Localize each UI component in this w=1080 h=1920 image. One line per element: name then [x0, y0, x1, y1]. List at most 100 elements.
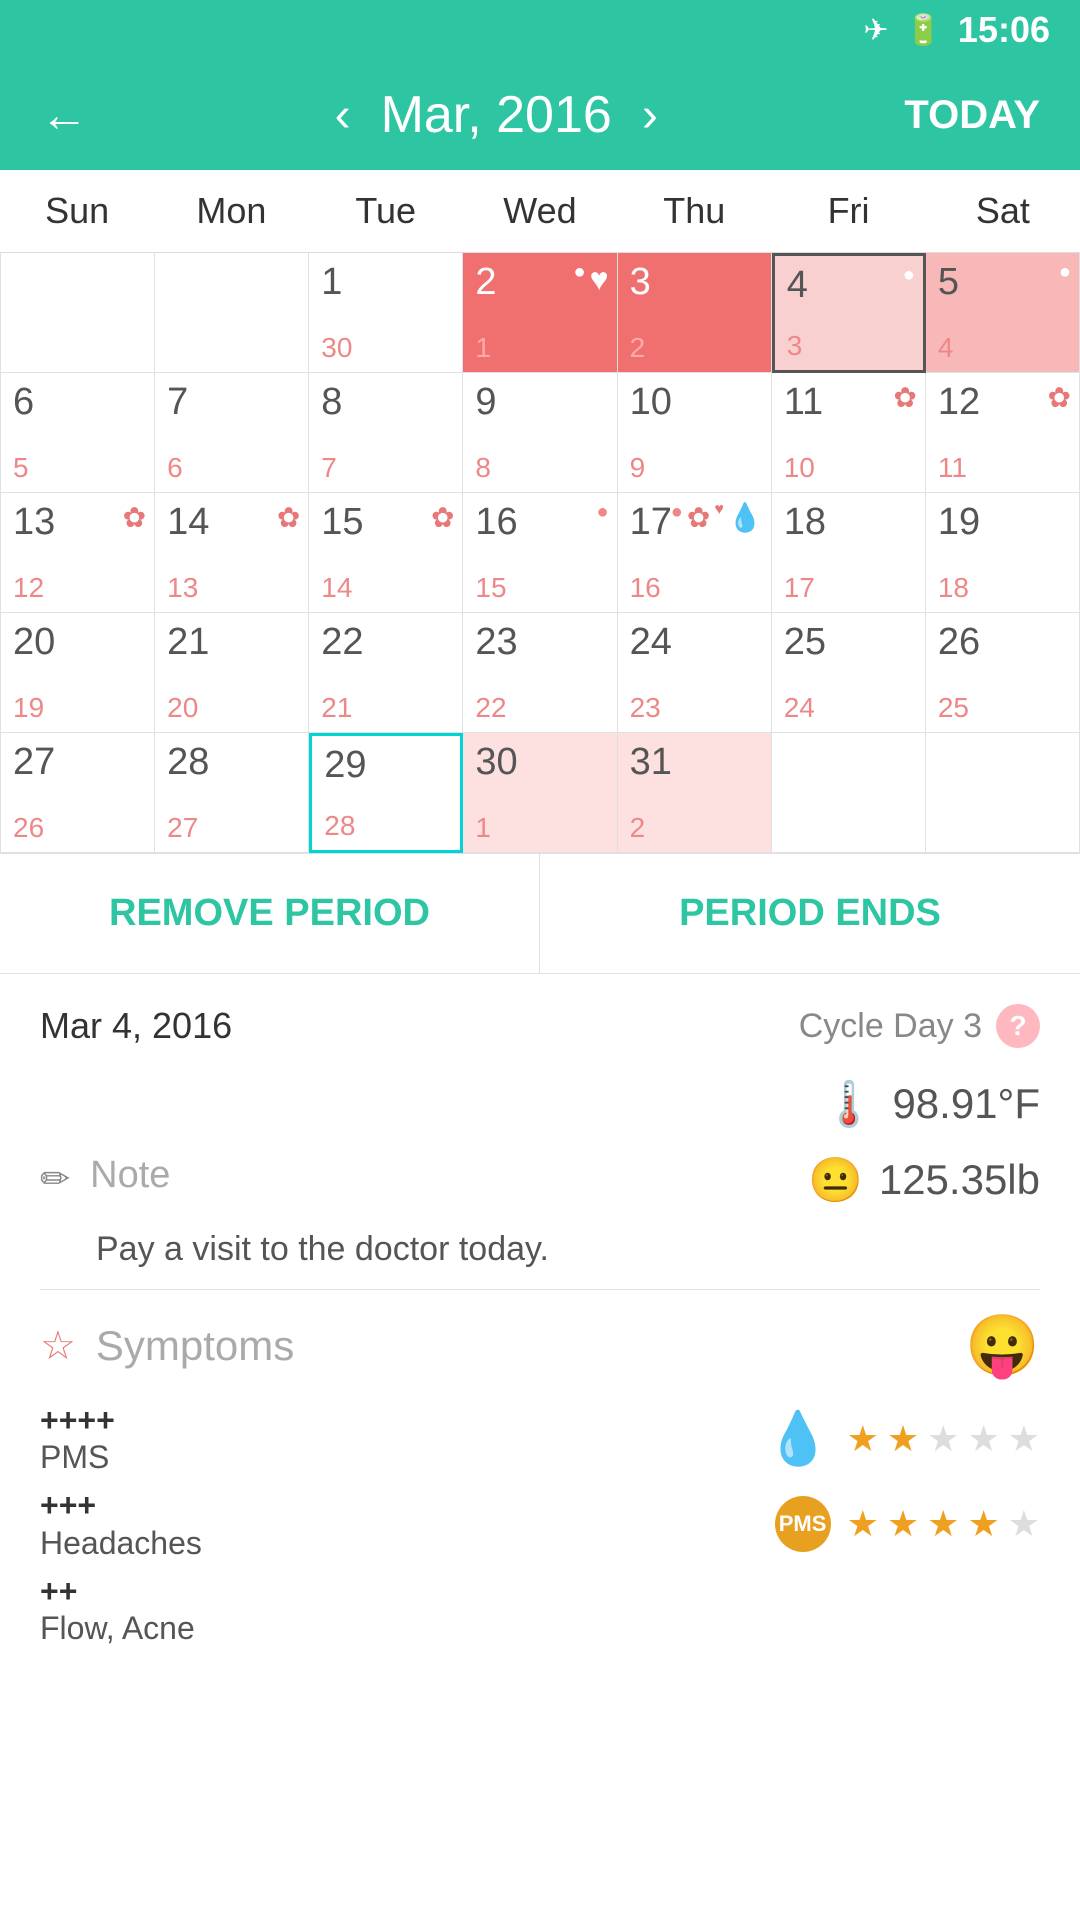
cal-sub-number: 26 — [13, 812, 44, 844]
pms-rating: 💧 ★ ★ ★ ★ ★ — [766, 1408, 1040, 1469]
temperature-row: 🌡️ 98.91°F — [40, 1078, 1040, 1130]
flower-icon: ✿ — [431, 501, 454, 534]
calendar-cell[interactable]: 301 — [463, 733, 617, 853]
calendar-cell[interactable]: 21 20 — [155, 613, 309, 733]
cal-sub-number: 21 — [321, 692, 352, 724]
cal-sub-number: 7 — [321, 452, 337, 484]
star-4: ★ — [967, 1418, 999, 1460]
headaches-stars: ★ ★ ★ ★ ★ — [847, 1503, 1040, 1545]
cal-day-number: 28 — [167, 741, 209, 783]
calendar-cell[interactable] — [772, 733, 926, 853]
calendar-cell[interactable]: 312 — [618, 733, 772, 853]
heart-white-icon: ♥ — [590, 261, 609, 298]
calendar-cell[interactable]: 1211✿ — [926, 373, 1080, 493]
flower-icon: ✿ — [277, 501, 300, 534]
calendar-cell[interactable]: 21●♥ — [463, 253, 617, 373]
calendar-cell[interactable]: 2019 — [1, 613, 155, 733]
cal-day-number: 22 — [321, 621, 363, 663]
day-header-wed: Wed — [463, 170, 617, 252]
cal-sub-number: 11 — [938, 452, 967, 484]
cal-day-number: 4 — [787, 264, 808, 306]
temperature-display: 🌡️ 98.91°F — [822, 1078, 1040, 1130]
pms-badge: PMS — [775, 1496, 831, 1552]
calendar-cell[interactable]: 65 — [1, 373, 155, 493]
next-month-button[interactable]: › — [642, 88, 658, 143]
day-header-sun: Sun — [0, 170, 154, 252]
calendar-cell[interactable] — [155, 253, 309, 373]
selected-date: Mar 4, 2016 — [40, 1005, 232, 1047]
cal-day-number: 25 — [784, 621, 826, 663]
calendar-cell[interactable]: 2827 — [155, 733, 309, 853]
calendar-cell[interactable]: 22 21 — [309, 613, 463, 733]
prev-month-button[interactable]: ‹ — [335, 88, 351, 143]
day-header-sat: Sat — [926, 170, 1080, 252]
star-2: ★ — [887, 1418, 919, 1460]
today-button[interactable]: TODAY — [904, 93, 1040, 138]
calendar-cell[interactable]: 2625 — [926, 613, 1080, 733]
day-header-mon: Mon — [154, 170, 308, 252]
calendar-cell[interactable]: 87 — [309, 373, 463, 493]
calendar-cell[interactable] — [1, 253, 155, 373]
remove-period-button[interactable]: REMOVE PERIOD — [0, 854, 540, 973]
calendar-cell[interactable]: 98 — [463, 373, 617, 493]
calendar-cell[interactable]: 76 — [155, 373, 309, 493]
flower-icon: ✿ — [687, 501, 710, 534]
cal-sub-number: 20 — [167, 692, 198, 724]
mood-emoji: 😛 — [965, 1312, 1040, 1379]
hstar-2: ★ — [887, 1503, 919, 1545]
calendar-cell[interactable]: 32 — [618, 253, 772, 373]
cal-icons-container: ● — [596, 501, 608, 524]
cal-icons-container: ✿ — [431, 501, 454, 534]
cal-sub-number: 25 — [938, 692, 969, 724]
cal-sub-number: 30 — [321, 332, 352, 364]
cal-sub-number: 17 — [784, 572, 815, 604]
calendar-cell[interactable]: 29 28 — [309, 733, 463, 853]
calendar-cell[interactable]: 54● — [926, 253, 1080, 373]
cal-day-number: 12 — [938, 381, 980, 423]
cal-day-number: 29 — [324, 744, 366, 786]
detail-section: Mar 4, 2016 Cycle Day 3 ? 🌡️ 98.91°F ✏ N… — [0, 974, 1080, 1687]
calendar-cell[interactable] — [926, 733, 1080, 853]
calendar-cell[interactable]: 2322 — [463, 613, 617, 733]
cal-icons-container: ● — [903, 264, 915, 287]
calendar-cell[interactable]: 1615● — [463, 493, 617, 613]
period-action-buttons: REMOVE PERIOD PERIOD ENDS — [0, 853, 1080, 974]
note-left: ✏ Note — [40, 1154, 170, 1200]
cycle-info-button[interactable]: ? — [996, 1004, 1040, 1048]
pencil-icon[interactable]: ✏ — [40, 1158, 70, 1200]
calendar-cell[interactable]: 1716●✿♥💧 — [618, 493, 772, 613]
cal-icons-container: ✿ — [277, 501, 300, 534]
thermometer-icon: 🌡️ — [822, 1078, 877, 1130]
calendar-cell[interactable]: 2524 — [772, 613, 926, 733]
star-5: ★ — [1008, 1418, 1040, 1460]
calendar-cell[interactable]: 2726 — [1, 733, 155, 853]
symptom-flow-row: ++ Flow, Acne — [40, 1572, 1040, 1647]
cal-sub-number: 1 — [475, 812, 491, 844]
calendar-cell[interactable]: 2423 — [618, 613, 772, 733]
cal-day-number: 17 — [630, 501, 672, 543]
cal-sub-number: 5 — [13, 452, 29, 484]
cal-sub-number: 3 — [787, 330, 803, 362]
calendar-cell[interactable]: 1312✿ — [1, 493, 155, 613]
calendar-cell[interactable]: 109 — [618, 373, 772, 493]
period-ends-button[interactable]: PERIOD ENDS — [540, 854, 1080, 973]
hstar-5: ★ — [1008, 1503, 1040, 1545]
calendar-cell[interactable]: 130 — [309, 253, 463, 373]
cal-sub-number: 28 — [324, 810, 355, 842]
cal-day-number: 21 — [167, 621, 209, 663]
symptoms-header: ☆ Symptoms 😛 — [40, 1310, 1040, 1381]
calendar-cell[interactable]: 4 3 ● — [772, 253, 926, 373]
calendar-cell[interactable]: 1918 — [926, 493, 1080, 613]
symptoms-title: Symptoms — [96, 1322, 294, 1370]
calendar-cell[interactable]: 1110✿ — [772, 373, 926, 493]
note-label: Note — [90, 1154, 170, 1197]
calendar-cell[interactable]: 1817 — [772, 493, 926, 613]
cal-sub-number: 16 — [630, 572, 661, 604]
back-button[interactable]: ← — [40, 88, 88, 143]
calendar-cell[interactable]: 1413✿ — [155, 493, 309, 613]
calendar-cell[interactable]: 1514✿ — [309, 493, 463, 613]
status-time: 15:06 — [958, 9, 1050, 51]
cycle-day-label: Cycle Day 3 — [799, 1007, 982, 1046]
dot-white-icon: ● — [1059, 261, 1071, 284]
cal-sub-number: 2 — [630, 812, 646, 844]
